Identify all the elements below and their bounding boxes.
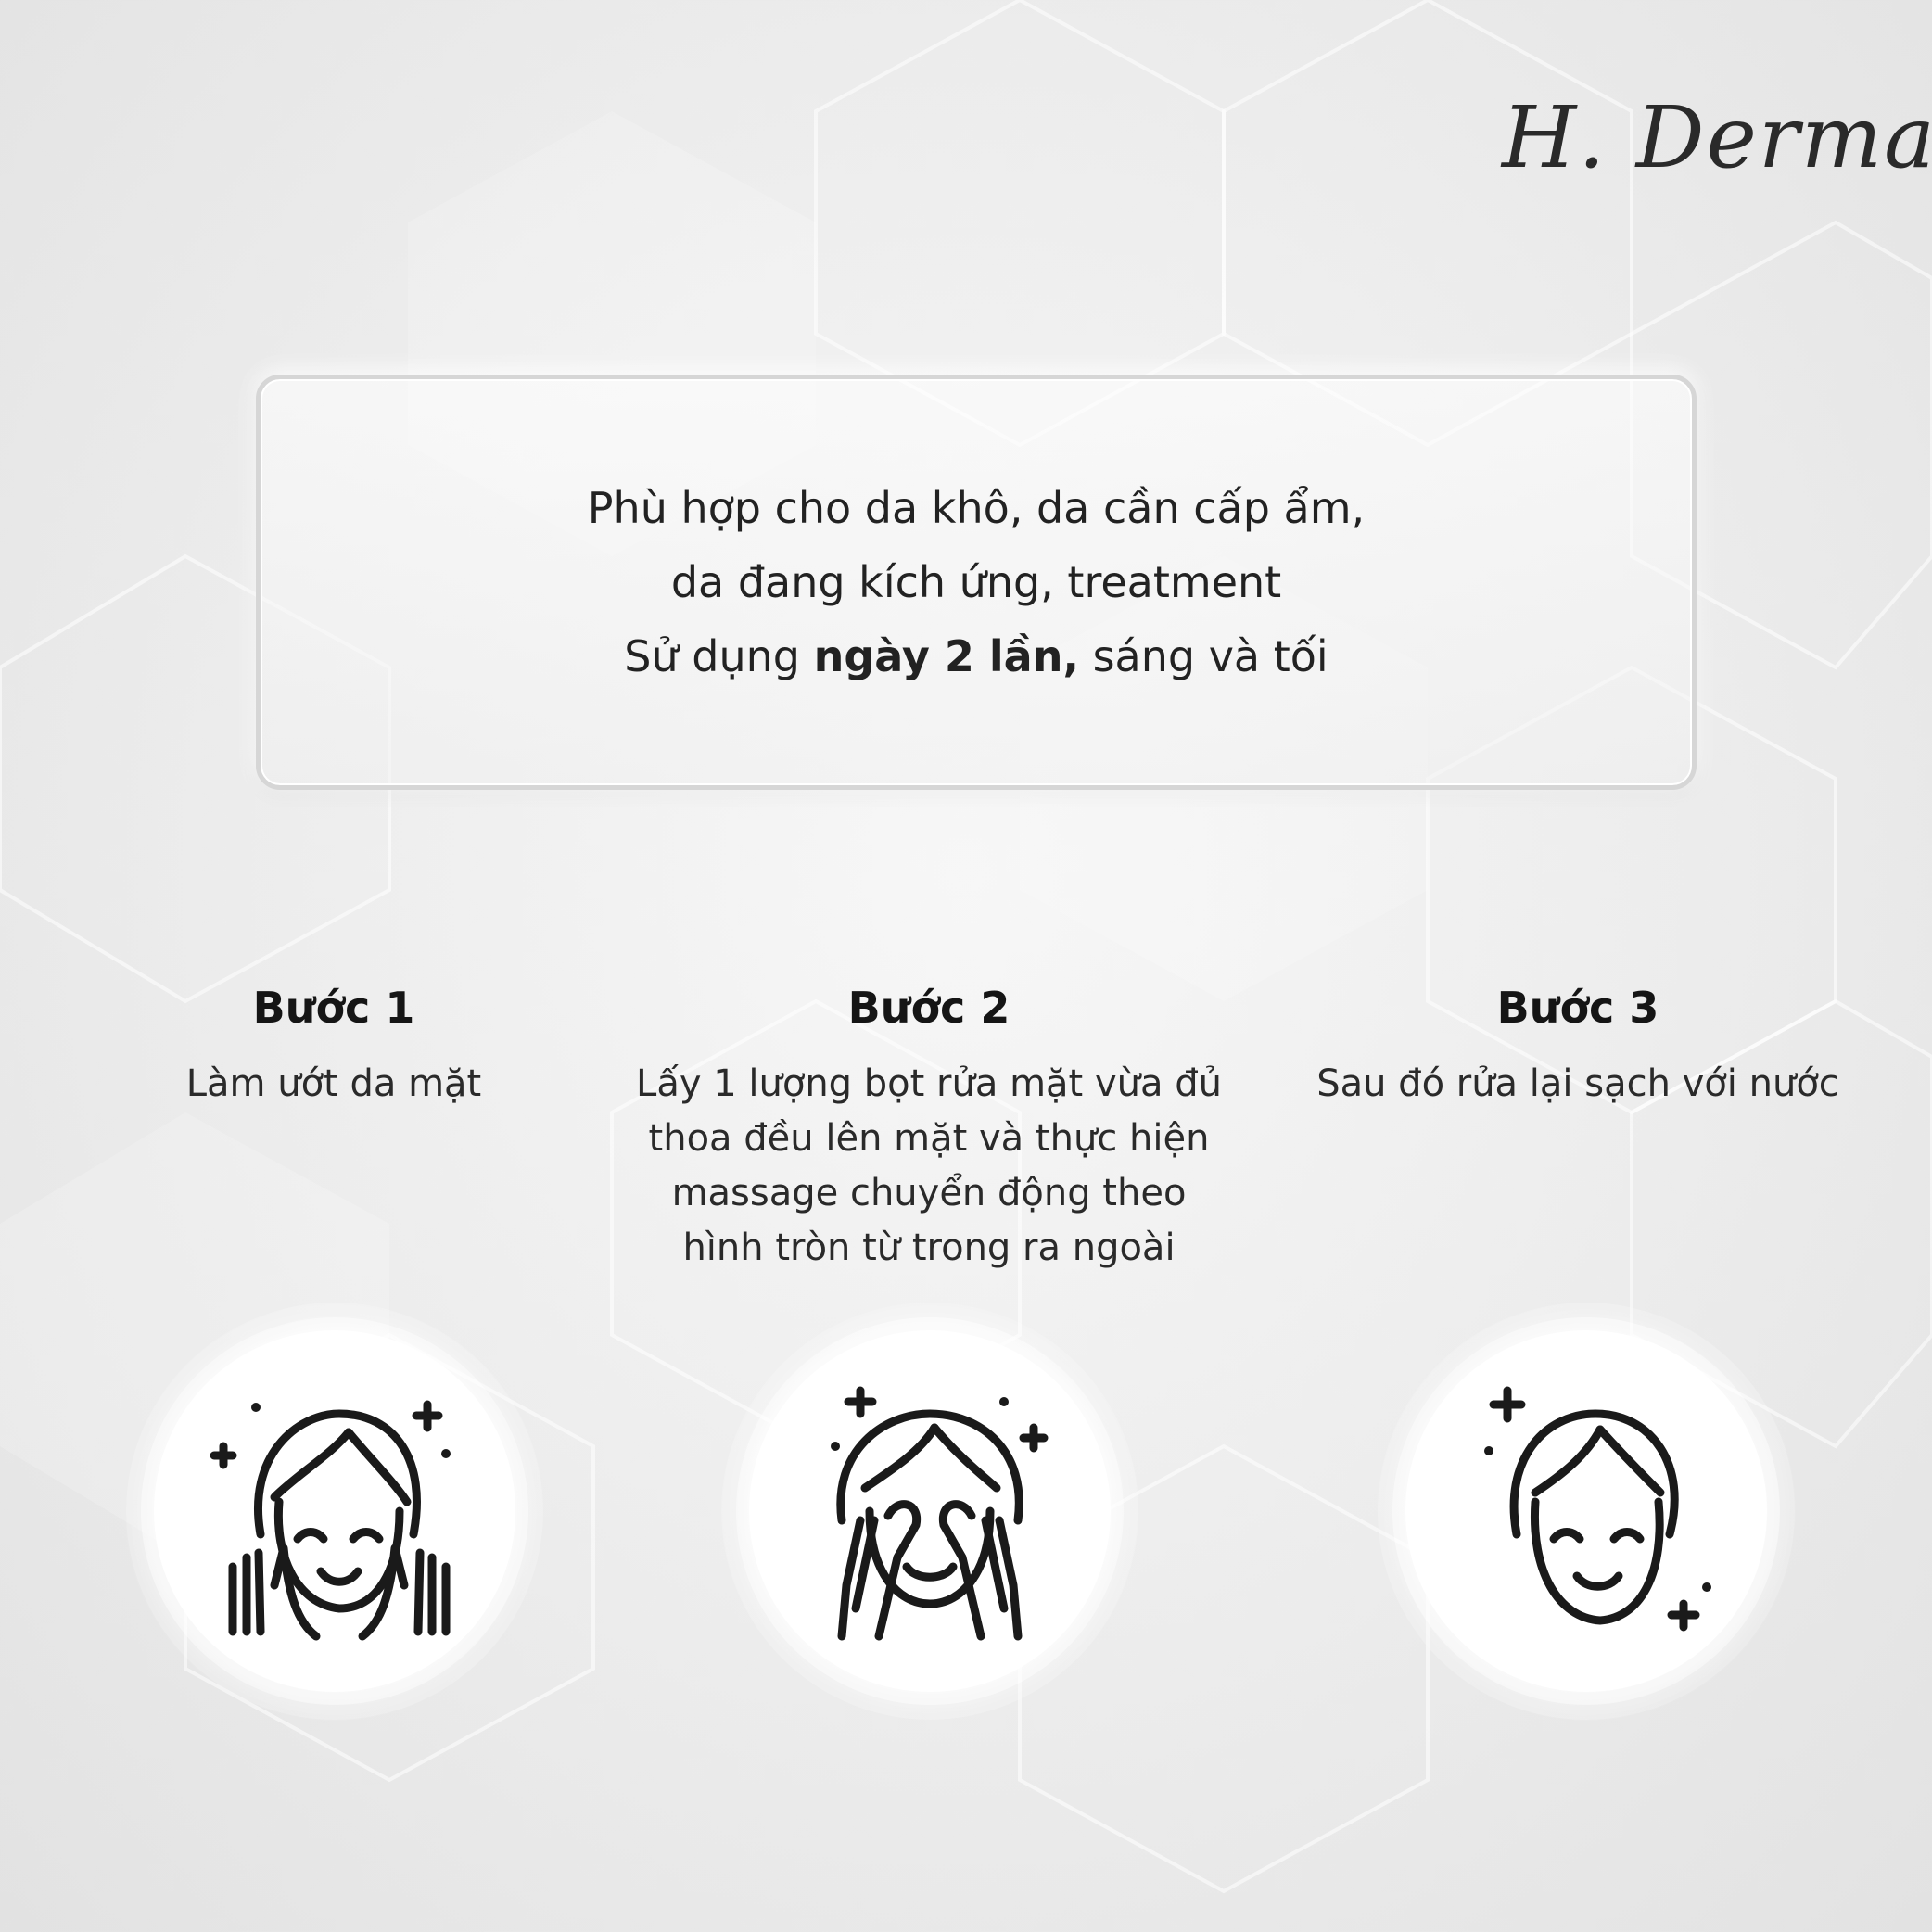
info-line-2: da đang kích ứng, treatment bbox=[670, 557, 1282, 607]
info-line-3-pre: Sử dụng bbox=[624, 631, 814, 681]
step-2-title: Bước 2 bbox=[847, 983, 1010, 1033]
info-line-1: Phù hợp cho da khô, da cần cấp ẩm, bbox=[587, 483, 1366, 533]
step-2-desc-line: Lấy 1 lượng bọt rửa mặt vừa đủ bbox=[636, 1062, 1222, 1105]
step-1-icon-circle bbox=[154, 1330, 515, 1692]
step-2-desc-line: thoa đều lên mặt và thực hiện bbox=[648, 1117, 1210, 1160]
step-1-desc-line: Làm ướt da mặt bbox=[185, 1062, 482, 1105]
step-2-desc-line: hình tròn từ trong ra ngoài bbox=[682, 1227, 1176, 1269]
info-line-3: Sử dụng ngày 2 lần, sáng và tối bbox=[624, 619, 1328, 693]
step-2-desc-line: massage chuyển động theo bbox=[671, 1172, 1187, 1214]
clean-face-icon bbox=[1484, 1386, 1711, 1632]
step-3-icon-circle bbox=[1405, 1330, 1767, 1692]
info-line-3-bold: ngày 2 lần, bbox=[813, 631, 1079, 681]
step-2-icon-circle bbox=[749, 1330, 1111, 1692]
step-3-title: Bước 3 bbox=[1496, 983, 1659, 1033]
step-2-desc: Lấy 1 lượng bọt rửa mặt vừa đủ thoa đều … bbox=[604, 1057, 1253, 1276]
brand-logo: H. Derma bbox=[1502, 88, 1932, 187]
step-1-title: Bước 1 bbox=[252, 983, 415, 1033]
step-3-desc-line: Sau đó rửa lại sạch với nước bbox=[1316, 1062, 1839, 1105]
step-3-desc: Sau đó rửa lại sạch với nước bbox=[1253, 1057, 1902, 1112]
face-massage-icon bbox=[831, 1386, 1049, 1641]
step-1-desc: Làm ướt da mặt bbox=[9, 1057, 658, 1112]
info-line-3-post: sáng và tối bbox=[1078, 631, 1328, 681]
face-hands-cheeks-icon bbox=[210, 1400, 451, 1641]
usage-info-box: Phù hợp cho da khô, da cần cấp ẩm, da đa… bbox=[256, 375, 1697, 790]
